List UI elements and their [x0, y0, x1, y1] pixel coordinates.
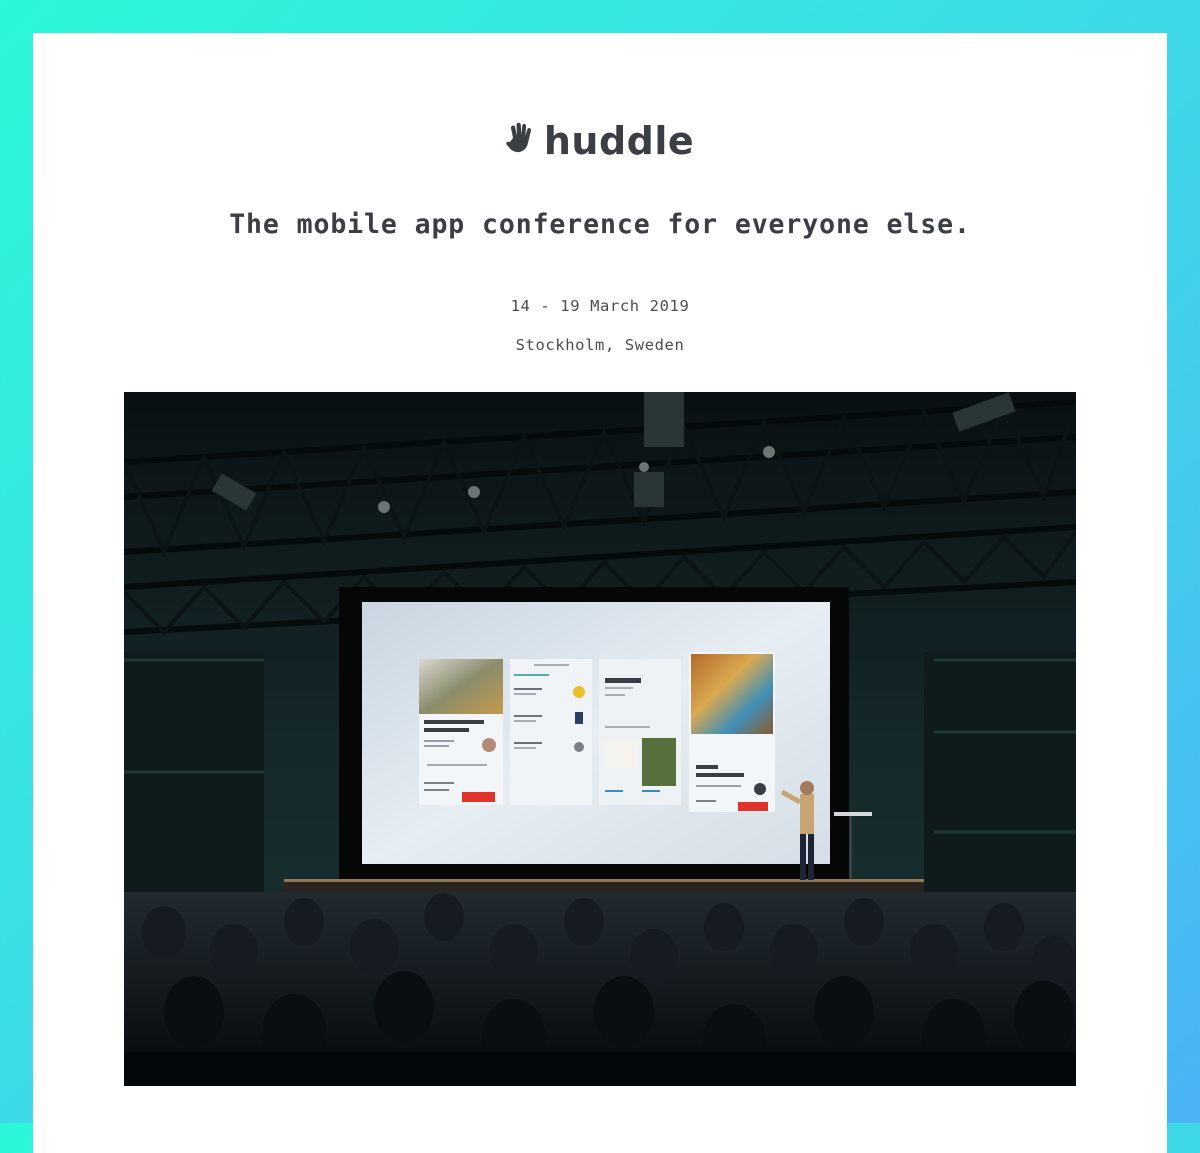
event-location: Stockholm, Sweden [515, 336, 685, 354]
waving-hand-icon [506, 122, 536, 160]
screen-card-los-angeles [599, 659, 681, 805]
screen-card-restaurant [689, 652, 775, 812]
event-date: 14 - 19 March 2019 [510, 297, 690, 315]
conference-illustration [124, 392, 1076, 1086]
logo[interactable]: huddle [33, 117, 1167, 165]
brand-name: huddle [543, 119, 695, 163]
content-card: huddle The mobile app conference for eve… [33, 33, 1167, 1153]
screen-card-messages [510, 659, 592, 805]
hero-photo [124, 392, 1076, 1086]
screen-card-loft [419, 659, 503, 805]
page-headline: The mobile app conference for everyone e… [229, 209, 971, 240]
